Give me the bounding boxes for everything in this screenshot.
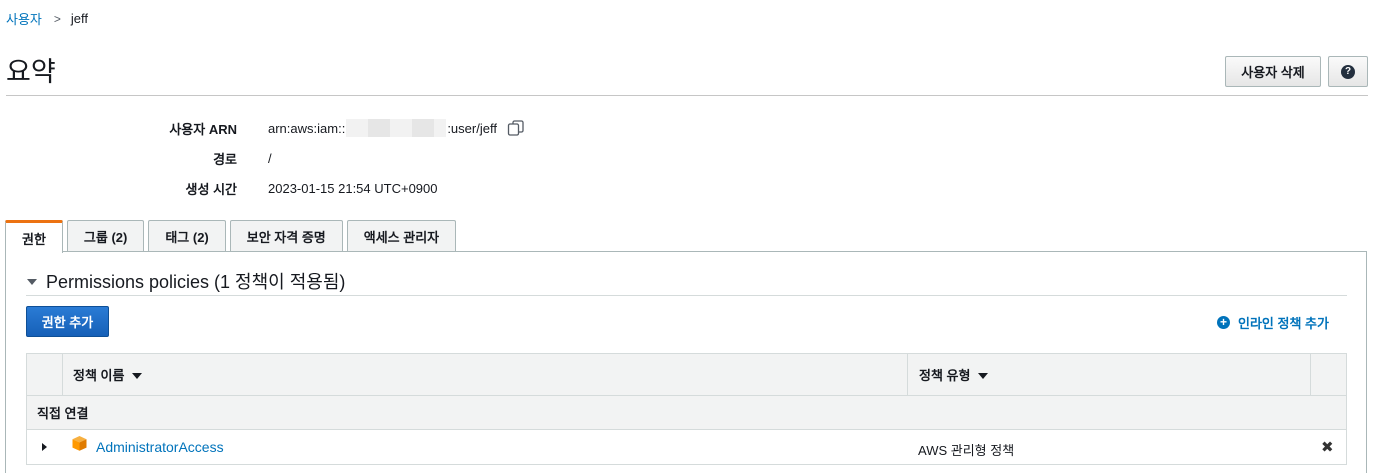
policy-name-link[interactable]: AdministratorAccess (96, 439, 224, 455)
copy-icon[interactable] (507, 120, 525, 136)
created-value: 2023-01-15 21:54 UTC+0900 (268, 180, 438, 196)
page-title: 요약 (6, 57, 56, 87)
arn-label: 사용자 ARN (169, 121, 237, 137)
breadcrumb: 사용자 > jeff (6, 9, 88, 28)
sort-caret-icon (978, 372, 989, 379)
permissions-section-toggle[interactable]: Permissions policies (1 정책이 적용됨) (27, 268, 345, 294)
column-divider (62, 354, 63, 395)
add-inline-policy-label: 인라인 정책 추가 (1238, 316, 1329, 331)
table-header: 정책 이름 정책 유형 (26, 353, 1347, 396)
breadcrumb-users-link[interactable]: 사용자 (6, 9, 42, 28)
tab-security-credentials[interactable]: 보안 자격 증명 (229, 220, 343, 252)
group-row-direct: 직접 연결 (26, 396, 1347, 430)
help-icon: ? (1341, 64, 1355, 79)
arn-value: arn:aws:iam:: :user/jeff (268, 119, 525, 137)
permissions-section-title: Permissions policies (1 정책이 적용됨) (46, 272, 346, 292)
column-header-policy-name[interactable]: 정책 이름 (73, 354, 143, 395)
plus-circle-icon: + (1217, 316, 1230, 329)
add-inline-policy-link[interactable]: + 인라인 정책 추가 (1217, 313, 1329, 332)
column-header-policy-type-label: 정책 유형 (919, 368, 971, 383)
column-header-policy-name-label: 정책 이름 (73, 368, 125, 383)
expand-caret-icon[interactable] (42, 443, 47, 451)
tab-access-advisor[interactable]: 액세스 관리자 (346, 220, 457, 252)
title-divider (6, 95, 1368, 96)
table-row: AdministratorAccess AWS 관리형 정책 ✖ (26, 430, 1347, 465)
path-value: / (268, 150, 272, 166)
policy-box-icon (71, 435, 88, 455)
delete-user-button[interactable]: 사용자 삭제 (1225, 56, 1321, 87)
policy-type: AWS 관리형 정책 (918, 443, 1015, 458)
redacted-account-id (346, 119, 447, 137)
column-divider (907, 354, 908, 395)
path-label: 경로 (213, 151, 237, 167)
add-permissions-button[interactable]: 권한 추가 (26, 306, 109, 337)
arn-suffix: :user/jeff (447, 120, 497, 136)
tab-tags[interactable]: 태그 (2) (148, 220, 226, 252)
column-header-policy-type[interactable]: 정책 유형 (919, 354, 989, 395)
created-label: 생성 시간 (185, 181, 237, 197)
sort-caret-icon (132, 372, 143, 379)
breadcrumb-separator: > (53, 11, 61, 26)
breadcrumb-current: jeff (70, 11, 89, 26)
caret-down-icon (27, 279, 37, 285)
tab-bar: 권한 그룹 (2) 태그 (2) 보안 자격 증명 액세스 관리자 (5, 220, 460, 253)
column-divider (1310, 354, 1311, 395)
tab-permissions[interactable]: 권한 (5, 220, 63, 253)
tab-groups[interactable]: 그룹 (2) (66, 220, 145, 252)
section-divider (26, 295, 1347, 296)
policies-table: 정책 이름 정책 유형 직접 연결 AdministratorAccess AW… (26, 353, 1347, 465)
help-button[interactable]: ? (1328, 56, 1368, 87)
arn-prefix: arn:aws:iam:: (268, 120, 346, 136)
remove-policy-icon[interactable]: ✖ (1321, 438, 1334, 456)
